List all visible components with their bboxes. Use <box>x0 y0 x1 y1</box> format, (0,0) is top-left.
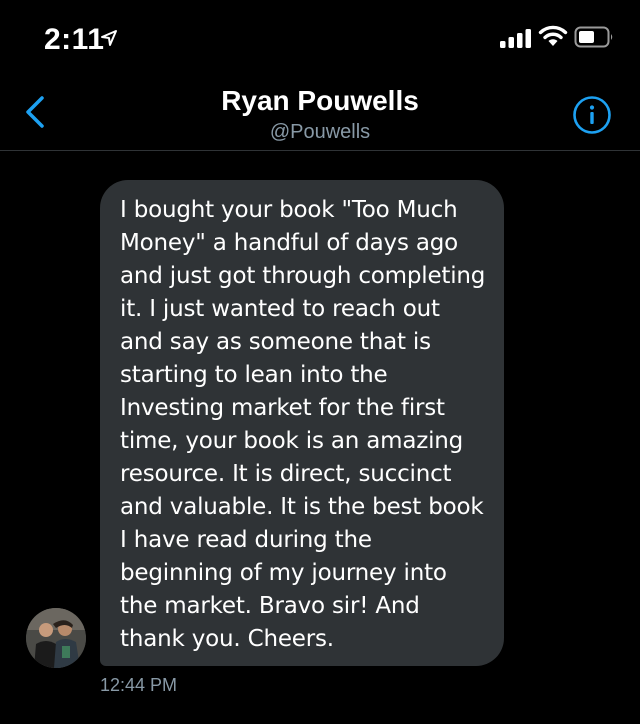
message-bubble[interactable]: I bought your book "Too Much Money" a ha… <box>100 180 504 666</box>
status-time: 2:11 <box>44 23 105 56</box>
cellular-signal-icon <box>500 29 531 48</box>
location-arrow-icon <box>101 30 117 46</box>
message-text: I bought your book "Too Much Money" a ha… <box>120 197 486 652</box>
conversation-header: Ryan Pouwells @Pouwells <box>0 78 640 151</box>
info-icon[interactable] <box>572 95 612 135</box>
battery-icon <box>574 26 613 48</box>
wifi-icon <box>538 25 568 46</box>
contact-name: Ryan Pouwells <box>221 85 419 116</box>
message-timestamp: 12:44 PM <box>100 675 178 695</box>
avatar-photo <box>26 608 86 668</box>
contact-handle: @Pouwells <box>269 121 371 143</box>
avatar[interactable] <box>26 608 86 668</box>
status-bar: 2:11 <box>0 0 640 78</box>
